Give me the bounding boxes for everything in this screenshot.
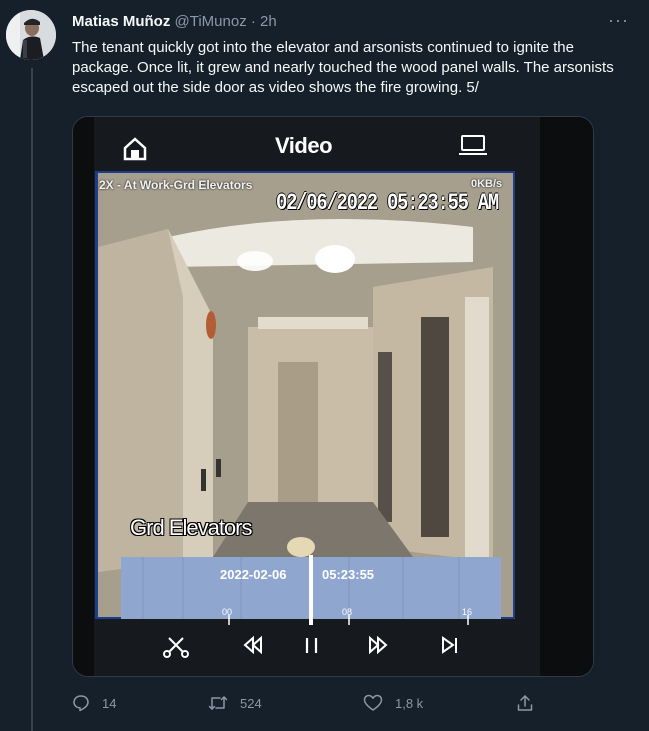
author-handle[interactable]: @TiMunoz (175, 13, 247, 30)
camera-name: Grd Elevators (130, 515, 252, 540)
share-icon (517, 695, 533, 711)
retweet-button[interactable]: 524 (208, 694, 262, 712)
timeline-tick-label: 00 (222, 607, 233, 617)
tweet-text: The tenant quickly got into the elevator… (72, 39, 614, 96)
reply-count: 14 (102, 695, 117, 711)
share-button[interactable] (516, 694, 534, 712)
timeline-tick-label: 08 (342, 607, 353, 617)
camera-label: 2X - At Work-Grd Elevators (99, 178, 253, 192)
tweet-media[interactable]: Video 2X - At Work-Grd Elevators 0KB/s 0… (72, 116, 594, 677)
timeline-date: 2022-02-06 (220, 567, 287, 582)
heart-icon (363, 694, 383, 711)
tweet-actions: 14 524 1,8 k (72, 694, 552, 714)
data-rate: 0KB/s (471, 178, 503, 190)
like-button[interactable]: 1,8 k (363, 694, 423, 712)
avatar[interactable] (6, 10, 56, 60)
tweet-time[interactable]: 2h (260, 13, 277, 30)
thread-line (31, 68, 33, 731)
timeline-playhead[interactable] (309, 555, 313, 625)
reply-icon (73, 695, 89, 712)
tweet-header: Matias Muñoz @TiMunoz · 2h (72, 13, 277, 30)
retweet-count: 524 (240, 695, 262, 711)
video-timestamp: 02/06/2022 05:23:55 AM (276, 190, 499, 216)
more-dots-icon[interactable]: ··· (608, 10, 629, 31)
video-title: Video (275, 133, 333, 158)
timeline-tick-label: 16 (462, 607, 473, 617)
avatar-image (6, 10, 56, 60)
like-count: 1,8 k (395, 695, 424, 711)
reply-button[interactable]: 14 (72, 694, 116, 712)
timeline-time: 05:23:55 (322, 567, 375, 582)
author-name[interactable]: Matias Muñoz (72, 13, 170, 30)
retweet-icon (208, 696, 228, 710)
separator: · (250, 13, 256, 30)
